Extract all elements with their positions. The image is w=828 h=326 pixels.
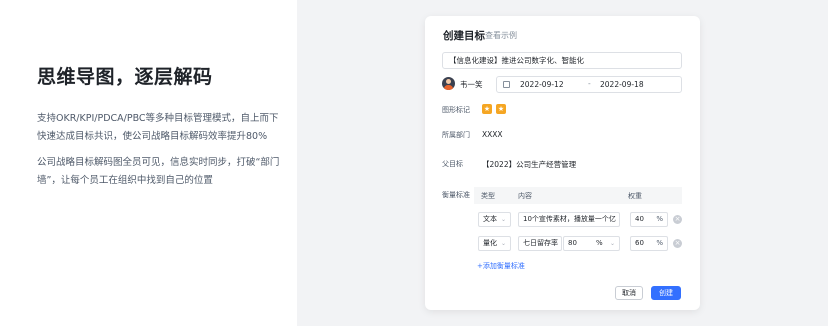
quantity-value: 80 (568, 239, 577, 247)
weight-input[interactable]: 40 % (630, 212, 668, 227)
star-icon[interactable]: ★ (496, 104, 506, 114)
parent-goal-label: 父目标 (442, 160, 463, 168)
end-date[interactable]: 2022-09-18 (600, 80, 644, 89)
measure-type-value: 量化 (483, 239, 497, 247)
remove-circle-icon[interactable]: × (673, 239, 682, 248)
intro-paragraph-2: 公司战略目标解码图全员可见，信息实时同步，打破“部门墙”，让每个员工在组织中找到… (37, 157, 280, 186)
measure-type-select[interactable]: 文本 ⌄ (478, 212, 511, 227)
measure-label: 衡量标准 (442, 191, 470, 199)
preview-stage: 创建目标 查看示例 【信息化建设】推进公司数字化、智能化 韦一笑 2022-09… (297, 0, 828, 326)
department-value[interactable]: XXXX (482, 130, 503, 139)
measure-type-select[interactable]: 量化 ⌄ (478, 236, 511, 251)
weight-input[interactable]: 60 % (630, 236, 668, 251)
quantity-unit: % (596, 239, 603, 247)
star-icon[interactable]: ★ (482, 104, 492, 114)
goal-name-input[interactable]: 【信息化建设】推进公司数字化、智能化 (442, 52, 682, 69)
weight-value: 40 (635, 215, 644, 223)
weight-value: 60 (635, 239, 644, 247)
chevron-down-icon: ⌄ (500, 216, 506, 223)
chevron-down-icon: ⌄ (609, 240, 615, 247)
col-type-header: 类型 (481, 192, 495, 200)
measure-type-value: 文本 (483, 215, 497, 223)
date-range-picker[interactable]: 2022-09-12 - 2022-09-18 (496, 76, 682, 93)
remove-circle-icon[interactable]: × (673, 215, 682, 224)
intro-panel: 思维导图，逐层解码 支持OKR/KPI/PDCA/PBC等多种目标管理模式，自上… (0, 0, 297, 326)
department-label: 所属部门 (442, 131, 470, 139)
col-weight-header: 权重 (628, 192, 642, 200)
create-button[interactable]: 创建 (651, 286, 681, 300)
page-headline: 思维导图，逐层解码 (37, 66, 213, 88)
dialog-title: 创建目标 (443, 30, 485, 42)
weight-unit: % (656, 215, 663, 223)
measure-content-input[interactable]: 10个宣传素材，播放量一个亿 (518, 212, 620, 227)
avatar[interactable] (442, 77, 455, 90)
owner-name[interactable]: 韦一笑 (460, 79, 483, 90)
owner-date-row: 韦一笑 2022-09-12 - 2022-09-18 (442, 76, 682, 93)
cancel-button[interactable]: 取消 (615, 286, 643, 300)
weight-unit: % (656, 239, 663, 247)
page: 思维导图，逐层解码 支持OKR/KPI/PDCA/PBC等多种目标管理模式，自上… (0, 0, 828, 326)
chevron-down-icon: ⌄ (500, 240, 506, 247)
quantity-input[interactable]: 80 % ⌄ (563, 236, 620, 251)
add-measure-link[interactable]: +添加衡量标准 (477, 261, 525, 271)
col-content-header: 内容 (518, 192, 532, 200)
create-goal-dialog: 创建目标 查看示例 【信息化建设】推进公司数字化、智能化 韦一笑 2022-09… (425, 16, 700, 310)
start-date[interactable]: 2022-09-12 (520, 80, 564, 89)
parent-goal-value[interactable]: 【2022】公司生产经营管理 (482, 159, 576, 170)
date-separator: - (588, 79, 591, 88)
measure-content-input[interactable]: 七日留存率 (518, 236, 562, 251)
measure-table-header: 类型 内容 权重 (474, 187, 682, 204)
view-example-link[interactable]: 查看示例 (485, 30, 517, 41)
calendar-icon (503, 81, 510, 88)
intro-paragraph-1: 支持OKR/KPI/PDCA/PBC等多种目标管理模式，自上而下快速达成目标共识… (37, 113, 279, 142)
graphic-tag-label: 图形标记 (442, 106, 470, 114)
